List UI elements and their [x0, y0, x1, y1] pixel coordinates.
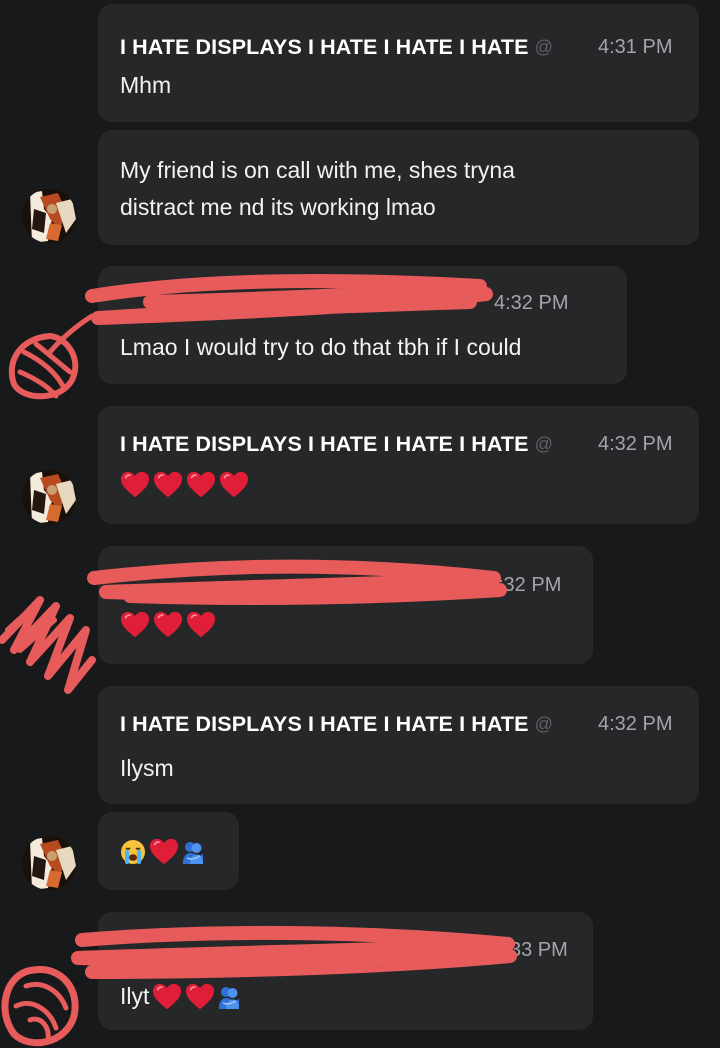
red-heart-icon: [120, 470, 150, 500]
avatar[interactable]: [22, 836, 76, 890]
red-heart-icon: [186, 470, 216, 500]
timestamp: 4:32 PM: [494, 292, 569, 314]
emoji-row: [120, 470, 249, 500]
timestamp: 4:31 PM: [598, 36, 673, 58]
avatar-image: [22, 189, 76, 243]
message-header: I HATE DISPLAYS I HATE I HATE I HATE @: [120, 32, 553, 62]
message-header: I HATE DISPLAYS I HATE I HATE I HATE @: [120, 429, 553, 459]
people-hugging-icon: [182, 840, 204, 864]
message-bubble[interactable]: 33 PM Ilyt: [98, 912, 593, 1030]
message-text: My friend is on call with me, shes tryna: [120, 157, 515, 183]
loudly-crying-face-icon: [120, 839, 146, 865]
people-hugging-icon: [218, 985, 240, 1009]
avatar[interactable]: [22, 470, 76, 524]
red-heart-icon: [153, 610, 183, 640]
message-text: Ilyt: [120, 983, 150, 1009]
message-bubble[interactable]: I HATE DISPLAYS I HATE I HATE I HATE @ 4…: [98, 4, 699, 122]
avatar-image: [22, 470, 76, 524]
message-bubble[interactable]: 4:32 PM Lmao I would try to do that tbh …: [98, 266, 627, 384]
message-bubble[interactable]: I HATE DISPLAYS I HATE I HATE I HATE @ 4…: [98, 406, 699, 524]
timestamp: 33 PM: [510, 939, 568, 961]
avatar-image: [22, 836, 76, 890]
message-text: Mhm: [120, 72, 172, 98]
handle-icon: @: [534, 433, 553, 454]
message-bubble[interactable]: I HATE DISPLAYS I HATE I HATE I HATE @ 4…: [98, 686, 699, 804]
red-heart-icon: [186, 610, 216, 640]
timestamp: 4:32 PM: [598, 713, 673, 735]
timestamp: 4:32 PM: [598, 433, 673, 455]
message-header: I HATE DISPLAYS I HATE I HATE I HATE @: [120, 709, 553, 739]
author-name[interactable]: I HATE DISPLAYS I HATE I HATE I HATE: [120, 712, 529, 737]
message-text: Lmao I would try to do that tbh if I cou…: [120, 334, 522, 360]
red-heart-icon: [185, 982, 215, 1012]
message-bubble[interactable]: :32 PM: [98, 546, 593, 664]
handle-icon: @: [534, 36, 553, 57]
red-heart-icon: [219, 470, 249, 500]
message-text: distract me nd its working lmao: [120, 194, 436, 220]
emoji-row: [120, 610, 216, 640]
message-bubble[interactable]: My friend is on call with me, shes tryna…: [98, 130, 699, 245]
emoji-row: Ilyt: [120, 978, 240, 1015]
message-bubble[interactable]: [98, 812, 239, 890]
avatar[interactable]: [22, 189, 76, 243]
red-heart-icon: [120, 610, 150, 640]
author-name[interactable]: I HATE DISPLAYS I HATE I HATE I HATE: [120, 35, 529, 60]
author-name[interactable]: I HATE DISPLAYS I HATE I HATE I HATE: [120, 432, 529, 457]
timestamp: :32 PM: [498, 574, 562, 596]
emoji-row: [120, 837, 204, 867]
message-text: Ilysm: [120, 755, 174, 781]
red-heart-icon: [152, 982, 182, 1012]
red-heart-icon: [153, 470, 183, 500]
red-heart-icon: [149, 837, 179, 867]
handle-icon: @: [534, 713, 553, 734]
